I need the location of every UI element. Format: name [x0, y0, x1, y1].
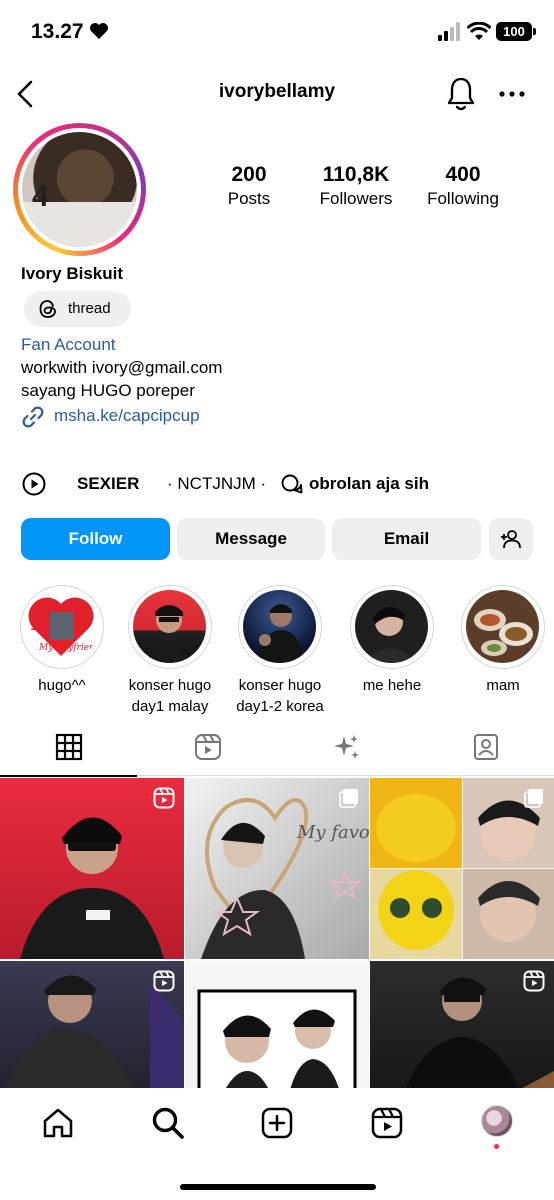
more-options-icon[interactable] [497, 82, 527, 106]
display-name: Ivory Biskuit [21, 264, 124, 283]
status-bar: 13.27 100 [0, 0, 554, 66]
nav-profile-avatar[interactable] [481, 1105, 513, 1137]
highlight-hugo-icon: I My Boyfriend [25, 590, 98, 663]
highlight-me-icon [355, 590, 428, 663]
nav-home[interactable] [41, 1106, 75, 1140]
channel-sexier[interactable]: SEXIER [77, 474, 139, 494]
highlight-item[interactable]: konser hugo day1-2 korea [225, 585, 335, 717]
profile-avatar[interactable]: 4 [13, 123, 146, 256]
bell-icon[interactable] [445, 76, 477, 112]
tab-ai[interactable] [278, 728, 415, 776]
sparkle-icon [334, 735, 359, 759]
reel-badge-icon [153, 970, 175, 992]
svg-text:I: I [30, 607, 42, 637]
channel-obrolan[interactable]: obrolan aja sih [309, 474, 429, 494]
profile-header: ivorybellamy [0, 70, 554, 118]
reels-icon [371, 1107, 403, 1139]
post-thumbnail[interactable]: My favorite boy [185, 778, 369, 959]
nav-create[interactable] [260, 1106, 294, 1140]
profile-category: Fan Account [21, 335, 116, 354]
battery-indicator: 100 [496, 22, 536, 41]
grid-icon [55, 733, 83, 761]
message-button[interactable]: Message [177, 518, 325, 560]
bio-line: workwith ivory@gmail.com [21, 358, 223, 377]
search-icon [152, 1107, 184, 1139]
reel-badge-icon [523, 970, 545, 992]
home-indicator [180, 1184, 376, 1190]
highlight-label: konser hugo day1 malay [128, 677, 212, 715]
highlight-item[interactable]: I My Boyfriend hugo^^ [7, 585, 117, 696]
bottom-navigation [0, 1088, 554, 1200]
home-icon [43, 1108, 73, 1138]
tagged-person-icon [474, 734, 498, 760]
post-thumbnail[interactable] [185, 961, 369, 1088]
following-count[interactable]: 400 Following [421, 163, 505, 209]
highlight-label: hugo^^ [38, 677, 86, 694]
threads-badge-button[interactable]: thread [24, 291, 131, 327]
add-person-icon [501, 530, 521, 549]
highlight-item[interactable]: me hehe [337, 585, 447, 696]
content-tabs [0, 728, 554, 777]
highlight-food-icon [466, 590, 539, 663]
nav-search[interactable] [151, 1106, 185, 1140]
link-icon [22, 406, 44, 428]
carousel-badge-icon [524, 789, 543, 808]
followers-count[interactable]: 110,8K Followers [310, 163, 402, 209]
profile-actions: Follow Message Email [0, 518, 554, 560]
carousel-badge-icon [339, 789, 358, 808]
bio-line: sayang HUGO poreper [21, 381, 195, 400]
notification-dot [494, 1144, 499, 1149]
story-highlights: I My Boyfriend hugo^^ konser hugo day1 m… [0, 585, 554, 720]
broadcast-chat-icon [281, 474, 303, 494]
suggested-users-button[interactable] [489, 518, 533, 560]
highlight-item[interactable]: konser hugo day1 malay [115, 585, 225, 717]
post-thumbnail[interactable] [370, 961, 554, 1088]
highlight-label: me hehe [362, 677, 422, 694]
posts-grid: My favorite boy [0, 778, 554, 1088]
post-thumbnail[interactable] [0, 961, 184, 1088]
post-thumbnail[interactable] [370, 778, 554, 959]
svg-text:My Boyfriend: My Boyfriend [38, 643, 98, 653]
highlight-label: konser hugo day1-2 korea [236, 677, 324, 715]
highlight-item[interactable]: mam [448, 585, 554, 696]
status-time: 13.27 [31, 20, 84, 43]
highlight-concert-korea-icon [243, 590, 316, 663]
bio-link-text: msha.ke/capcipcup [54, 406, 200, 425]
heart-icon [90, 23, 108, 39]
wifi-icon [467, 22, 491, 40]
play-circle-icon[interactable] [22, 472, 46, 496]
channel-nctjnjm[interactable]: · NCTJNJM · [167, 474, 266, 494]
tab-grid[interactable] [0, 728, 137, 777]
posts-count[interactable]: 200 Posts [209, 163, 289, 209]
profile-stats: 200 Posts 110,8K Followers 400 Following [195, 163, 525, 213]
highlight-concert-malay-icon [133, 590, 206, 663]
email-button[interactable]: Email [332, 518, 481, 560]
highlight-label: mam [486, 677, 520, 694]
svg-text:My favorite boy: My favorite boy [296, 822, 369, 843]
post-thumbnail[interactable] [0, 778, 184, 959]
reel-badge-icon [153, 787, 175, 809]
plus-square-icon [261, 1107, 293, 1139]
follow-button[interactable]: Follow [21, 518, 170, 560]
tab-reels[interactable] [139, 728, 276, 776]
channels-row: SEXIER · NCTJNJM · obrolan aja sih [0, 470, 554, 500]
tab-tagged[interactable] [417, 728, 554, 776]
reels-icon [195, 734, 221, 760]
nav-reels[interactable] [370, 1106, 404, 1140]
signal-icon [438, 22, 460, 41]
threads-icon [39, 300, 56, 318]
threads-badge-label: thread [68, 300, 111, 317]
